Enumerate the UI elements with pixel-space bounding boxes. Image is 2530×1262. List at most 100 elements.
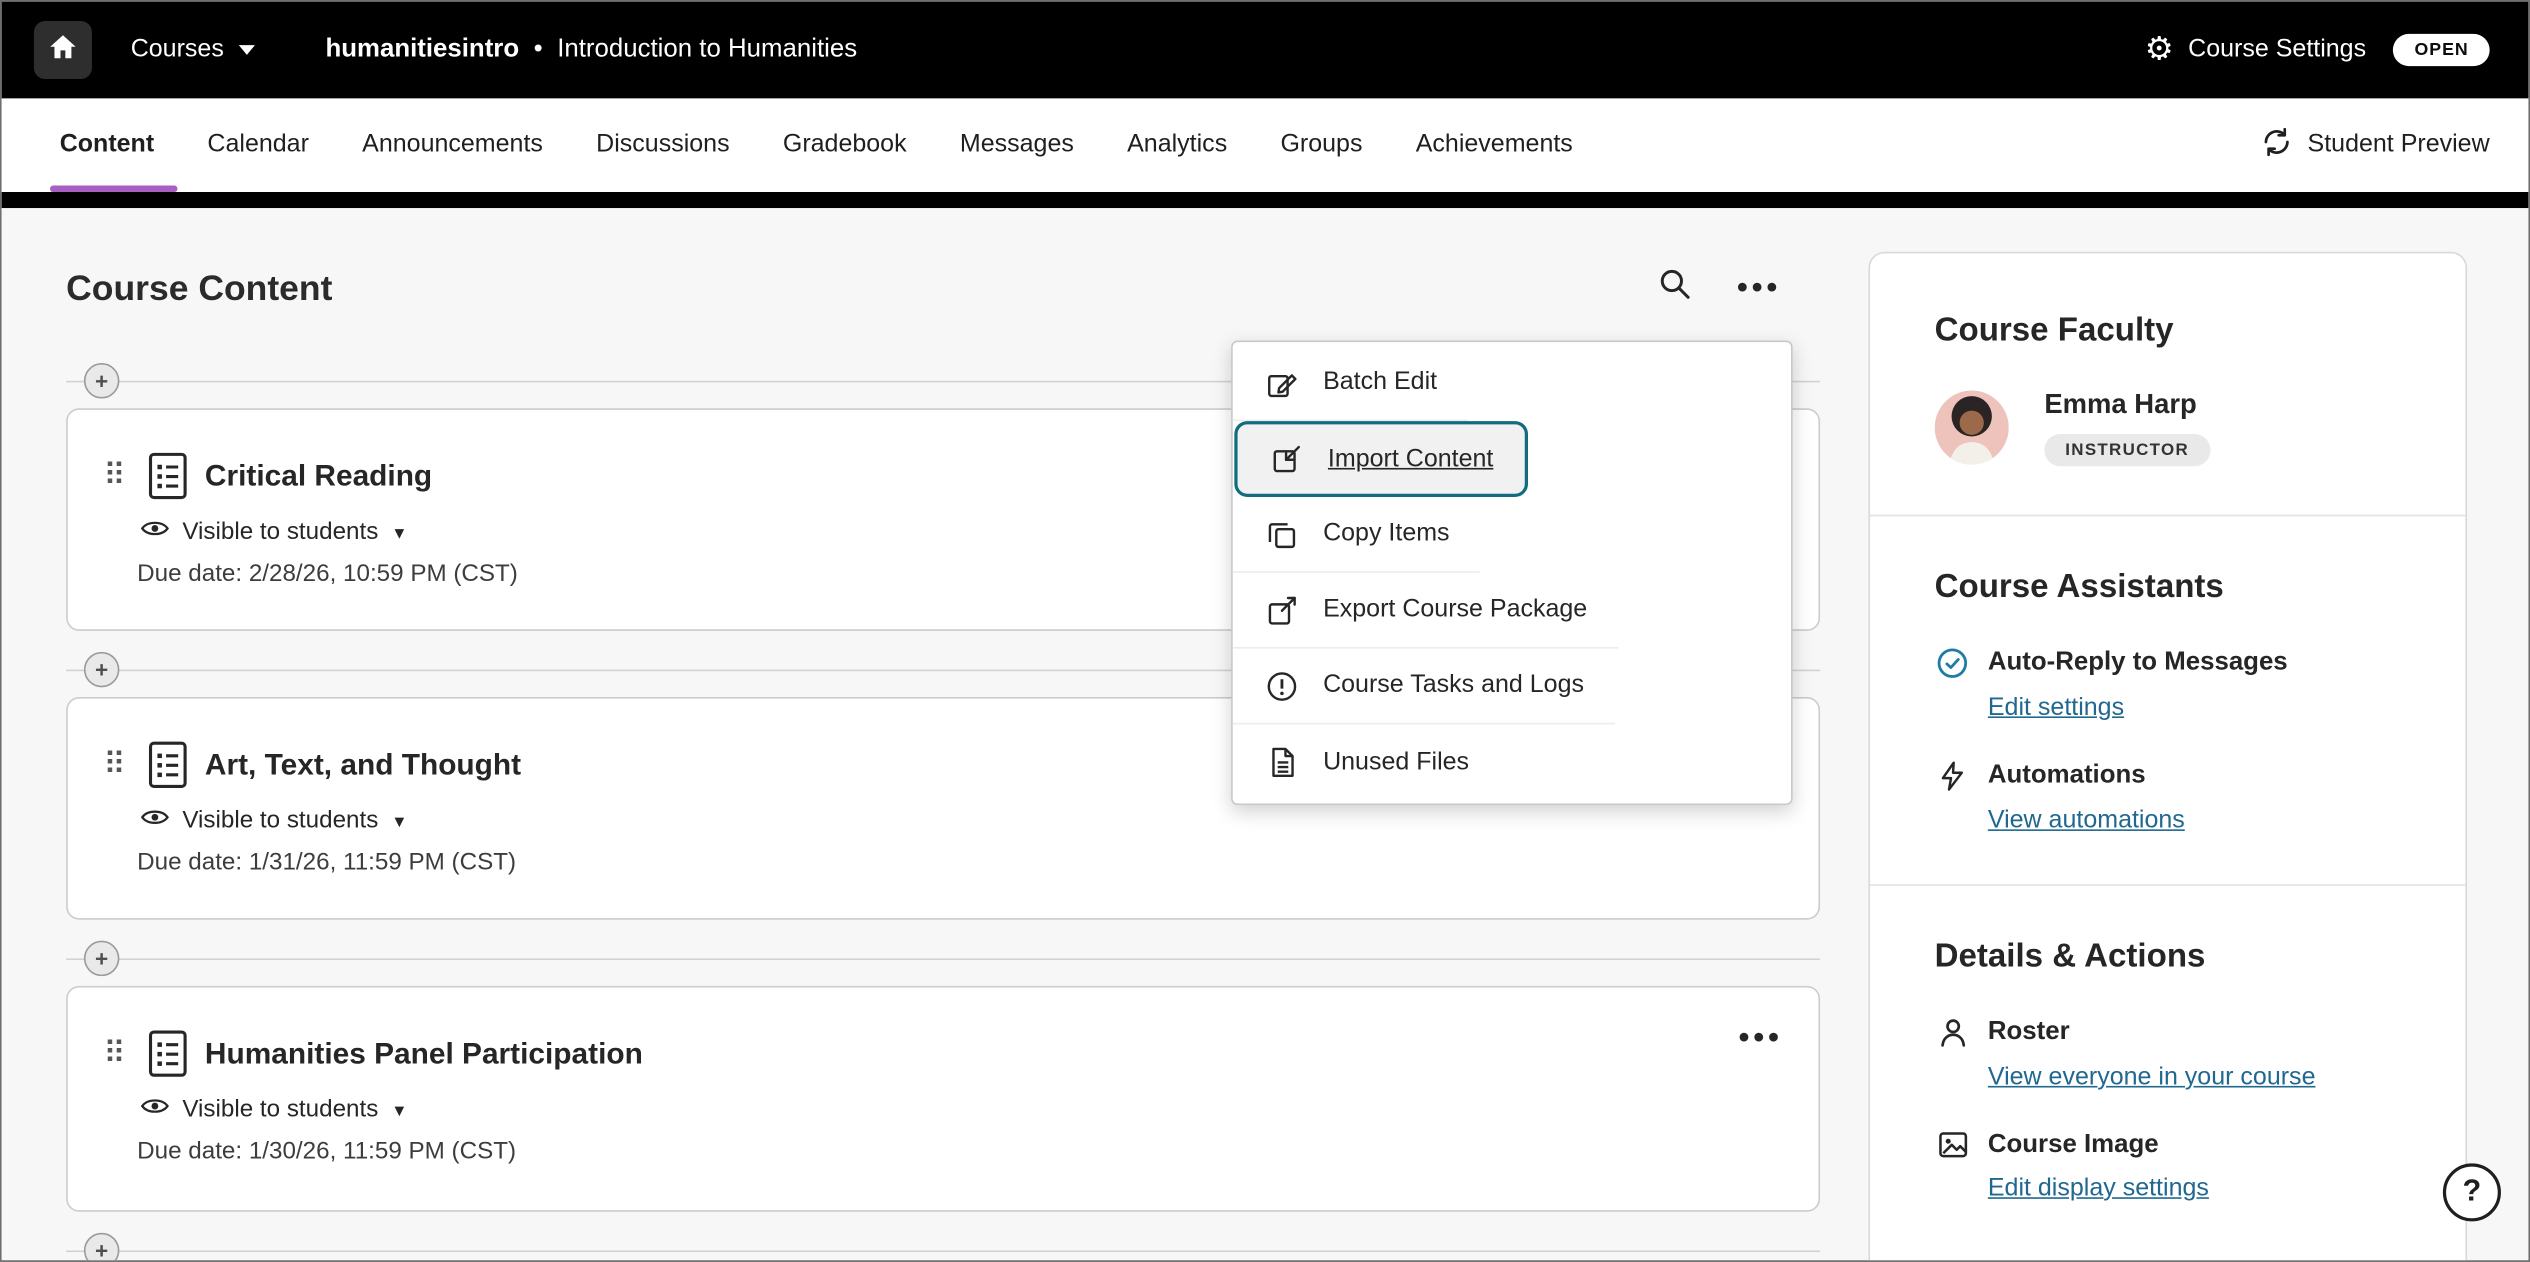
search-button[interactable] (1656, 266, 1691, 310)
drag-handle-icon[interactable]: ⠿ (103, 461, 132, 492)
sidebar-item-roster: Roster View everyone in your course (1935, 1015, 2401, 1092)
sidebar-item-row: Auto-Reply to Messages (1935, 645, 2401, 680)
visibility-label: Visible to students (182, 807, 378, 834)
menu-item-label: Export Course Package (1323, 595, 1587, 624)
add-content-button[interactable]: + (84, 363, 119, 398)
tab-achievements[interactable]: Achievements (1416, 98, 1573, 192)
add-content-button[interactable]: + (84, 941, 119, 976)
tab-content[interactable]: Content (60, 98, 154, 192)
home-button[interactable] (34, 21, 92, 79)
course-open-status-badge[interactable]: OPEN (2394, 34, 2490, 66)
gear-icon: ⚙ (2145, 34, 2174, 66)
topbar-right-group: ⚙ Course Settings OPEN (2145, 34, 2490, 66)
faculty-name: Emma Harp (2044, 389, 2210, 421)
avatar (1935, 390, 2009, 464)
faculty-info: Emma Harp INSTRUCTOR (2044, 389, 2210, 466)
home-icon (48, 31, 77, 68)
top-navigation-bar: Courses humanitiesintro • Introduction t… (2, 2, 2529, 99)
sidebar-item-course-image: Course Image Edit display settings (1935, 1128, 2401, 1204)
caret-down-icon: ▾ (394, 1098, 404, 1121)
tab-messages[interactable]: Messages (960, 98, 1074, 192)
content-card: ⠿ Humanities Panel Participation (66, 986, 1820, 1212)
visibility-dropdown[interactable]: Visible to students ▾ (140, 1096, 404, 1123)
auto-reply-icon (1935, 645, 1970, 680)
content-item-title[interactable]: Critical Reading (205, 458, 432, 493)
menu-item-label: Batch Edit (1323, 368, 1437, 397)
student-preview-label: Student Preview (2308, 131, 2490, 160)
sidebar-item-auto-reply: Auto-Reply to Messages Edit settings (1935, 645, 2401, 722)
document-icon (147, 452, 189, 500)
person-icon (1935, 1015, 1970, 1050)
export-icon (1263, 593, 1298, 627)
course-settings-button[interactable]: ⚙ Course Settings (2145, 34, 2366, 66)
app-window: Courses humanitiesintro • Introduction t… (0, 0, 2530, 1262)
visibility-dropdown[interactable]: Visible to students ▾ (140, 518, 404, 545)
file-icon (1263, 745, 1298, 779)
add-content-button[interactable]: + (84, 1233, 119, 1262)
sidebar-item-row: Automations (1935, 758, 2401, 793)
faculty-member: Emma Harp INSTRUCTOR (1935, 389, 2401, 466)
menu-item-course-tasks-and-logs[interactable]: Course Tasks and Logs (1233, 649, 1615, 725)
menu-item-batch-edit[interactable]: Batch Edit (1233, 345, 1468, 421)
student-preview-icon (2261, 125, 2293, 165)
view-automations-link[interactable]: View automations (1988, 807, 2185, 836)
chevron-down-icon (238, 45, 254, 55)
add-content-divider: + (66, 939, 1820, 978)
course-details-sidebar: Course Faculty Emma Harp INSTRUCTOR Cour… (1868, 252, 2467, 1262)
eye-icon (140, 1096, 169, 1123)
ellipsis-icon: ••• (1737, 271, 1781, 305)
tab-calendar[interactable]: Calendar (207, 98, 309, 192)
tab-groups[interactable]: Groups (1280, 98, 1362, 192)
card-options-menu-button[interactable]: ••• (1739, 1023, 1783, 1054)
course-tab-bar: Content Calendar Announcements Discussio… (2, 98, 2529, 192)
tab-discussions[interactable]: Discussions (596, 98, 729, 192)
sidebar-item-title: Roster (1988, 1018, 2070, 1047)
course-assistants-heading: Course Assistants (1935, 568, 2401, 607)
menu-item-label: Course Tasks and Logs (1323, 671, 1584, 700)
sidebar-item-row: Course Image (1935, 1128, 2401, 1162)
visibility-dropdown[interactable]: Visible to students ▾ (140, 807, 404, 834)
sidebar-item-title: Course Image (1988, 1130, 2159, 1159)
role-badge: INSTRUCTOR (2044, 434, 2210, 466)
add-content-button[interactable]: + (84, 652, 119, 687)
help-button[interactable]: ? (2443, 1163, 2501, 1221)
content-item-title[interactable]: Humanities Panel Participation (205, 1036, 643, 1071)
drag-handle-icon[interactable]: ⠿ (103, 1038, 132, 1069)
eye-icon (140, 518, 169, 545)
batch-edit-icon (1263, 365, 1298, 399)
breadcrumb: humanitiesintro • Introduction to Humani… (325, 35, 857, 64)
content-options-menu-button[interactable]: ••• (1737, 273, 1781, 304)
tab-gradebook[interactable]: Gradebook (783, 98, 907, 192)
student-preview-button[interactable]: Student Preview (2261, 125, 2490, 165)
search-icon (1656, 281, 1691, 308)
content-header-actions: ••• (1656, 266, 1781, 310)
caret-down-icon: ▾ (394, 520, 404, 543)
menu-item-copy-items[interactable]: Copy Items (1233, 497, 1480, 573)
tab-announcements[interactable]: Announcements (362, 98, 543, 192)
menu-item-export-course-package[interactable]: Export Course Package (1233, 573, 1618, 649)
tab-analytics[interactable]: Analytics (1127, 98, 1227, 192)
menu-item-unused-files[interactable]: Unused Files (1233, 724, 1500, 800)
drag-handle-icon[interactable]: ⠿ (103, 749, 132, 780)
sidebar-divider (1870, 884, 2465, 886)
question-mark-icon: ? (2463, 1175, 2482, 1210)
menu-item-label: Copy Items (1323, 520, 1449, 549)
menu-item-label: Unused Files (1323, 748, 1469, 777)
content-options-context-menu: Batch Edit Import Content (1231, 340, 1793, 805)
sidebar-item-automations: Automations View automations (1935, 758, 2401, 835)
edit-display-settings-link[interactable]: Edit display settings (1988, 1175, 2209, 1204)
details-actions-heading: Details & Actions (1935, 937, 2401, 976)
document-icon (147, 741, 189, 789)
image-icon (1935, 1128, 1970, 1162)
menu-item-import-content[interactable]: Import Content (1234, 421, 1527, 497)
lightning-bolt-icon (1935, 758, 1970, 793)
courses-menu-button[interactable]: Courses (131, 35, 255, 64)
edit-settings-link[interactable]: Edit settings (1988, 694, 2124, 723)
eye-icon (140, 807, 169, 834)
content-item-title[interactable]: Art, Text, and Thought (205, 747, 521, 782)
view-roster-link[interactable]: View everyone in your course (1988, 1063, 2316, 1092)
card-title-row: ⠿ Humanities Panel Participation (103, 1029, 1779, 1077)
breadcrumb-course-id: humanitiesintro (325, 35, 519, 64)
add-content-divider: + (66, 1231, 1820, 1262)
caret-down-icon: ▾ (394, 809, 404, 832)
